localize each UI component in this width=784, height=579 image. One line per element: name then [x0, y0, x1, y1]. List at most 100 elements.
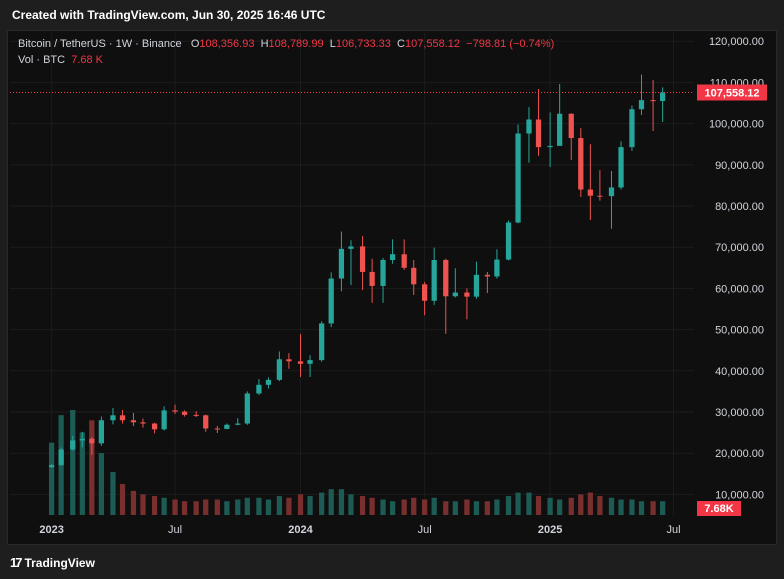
candle-body — [660, 92, 666, 101]
x-tick-label: Jul — [168, 524, 182, 536]
y-tick-label: 30,000.00 — [715, 407, 764, 419]
legend-line-2: Vol · BTC 7.68 K — [18, 52, 554, 68]
volume-bar — [473, 501, 480, 515]
volume-bar — [110, 471, 116, 515]
volume-bar — [638, 501, 645, 515]
volume-bar — [618, 499, 624, 515]
volume-bar — [578, 494, 584, 515]
volume-bar — [181, 501, 188, 515]
volume-tag: 7.68K — [697, 501, 741, 516]
volume-bar — [348, 494, 354, 515]
volume-bar — [224, 501, 230, 515]
y-tick-label: 100,000.00 — [709, 119, 764, 131]
candle-body — [411, 267, 417, 285]
volume-bar — [203, 499, 209, 515]
y-tick-label: 50,000.00 — [715, 325, 764, 337]
volume-label[interactable]: Vol · BTC — [18, 54, 65, 66]
volume-bar — [119, 484, 126, 515]
tradingview-logo[interactable]: 17 TradingView — [10, 555, 95, 570]
tradingview-logo-icon: 17 — [10, 555, 23, 570]
candle-body — [618, 147, 624, 188]
x-tick-label: Jul — [667, 524, 681, 536]
candle-body — [557, 113, 563, 146]
volume-bar — [319, 492, 325, 515]
volume-bar — [484, 501, 490, 515]
volume-bar — [526, 492, 532, 515]
candle-body — [214, 428, 220, 430]
candle-body — [422, 284, 428, 301]
candle-body — [431, 259, 437, 301]
candle-body — [130, 420, 137, 423]
candle-body — [286, 359, 292, 362]
symbol-label[interactable]: Bitcoin / TetherUS · 1W · Binance — [18, 38, 182, 50]
candle-body — [224, 424, 230, 429]
high-label: H — [260, 38, 269, 50]
y-axis: 10,000.00 20,000.00 30,000.00 40,000.00 50,0… — [709, 36, 764, 501]
candle-body — [307, 360, 313, 364]
candle-body — [151, 423, 158, 430]
candle-body — [650, 100, 656, 102]
volume-bar — [431, 497, 437, 515]
candle-body — [629, 109, 635, 148]
x-tick-label: 2023 — [39, 524, 63, 536]
candle-body — [161, 410, 167, 430]
candle-body — [79, 438, 85, 441]
volume-bar — [265, 499, 272, 515]
volume-bar — [505, 496, 512, 515]
volume-bar — [587, 492, 593, 515]
change-value: −798.81 (−0.74%) — [466, 38, 555, 50]
candle-body — [110, 415, 116, 421]
y-tick-label: 80,000.00 — [715, 201, 764, 213]
grid-lines — [10, 33, 694, 515]
candle-body — [401, 254, 407, 268]
x-tick-label: 2024 — [288, 524, 313, 536]
price-chart[interactable]: 10,000.00 20,000.00 30,000.00 40,000.00 50,0… — [0, 0, 784, 579]
candle-body — [256, 384, 262, 394]
volume-bar — [297, 494, 304, 515]
volume-bar — [98, 453, 105, 515]
candle-body — [172, 410, 178, 412]
candle-body — [328, 278, 334, 324]
candle-body — [235, 423, 241, 425]
volume-bar — [307, 496, 313, 515]
candle-body — [369, 271, 375, 286]
volume-bar — [547, 497, 553, 515]
candle-body — [473, 274, 480, 297]
candles — [48, 74, 666, 468]
candle-body — [244, 393, 250, 424]
candle-body — [58, 449, 64, 466]
candle-body — [452, 292, 458, 297]
volume-bar — [235, 499, 241, 515]
legend-line-1: Bitcoin / TetherUS · 1W · Binance O108,3… — [18, 36, 554, 52]
volume-bar — [660, 501, 666, 515]
volume-bar — [494, 499, 500, 515]
candle-body — [48, 465, 55, 468]
volume-bar — [276, 496, 282, 515]
candle-body — [578, 138, 584, 190]
volume-bar — [464, 499, 470, 515]
volume-bar — [286, 497, 292, 515]
volume-bar — [389, 501, 396, 515]
volume-bar — [256, 497, 262, 515]
candle-body — [98, 420, 105, 444]
legend: Bitcoin / TetherUS · 1W · Binance O108,3… — [18, 36, 554, 68]
volume-bar — [629, 499, 635, 515]
open-value: 108,356.93 — [199, 38, 255, 50]
volume-bar — [568, 497, 574, 515]
candle-body — [348, 246, 354, 249]
volume-bar — [515, 492, 521, 515]
volume-bar — [380, 499, 386, 515]
volume-bar — [328, 489, 334, 515]
volume-value: 7.68 K — [71, 54, 104, 66]
low-value: 106,733.33 — [335, 38, 391, 50]
volume-bar — [172, 499, 178, 515]
volume-bar — [214, 499, 220, 515]
volume-bar — [597, 496, 603, 515]
volume-bar — [422, 499, 428, 515]
y-tick-label: 40,000.00 — [715, 366, 764, 378]
candle-body — [389, 254, 396, 260]
candle-body — [140, 422, 146, 424]
candle-body — [515, 133, 521, 223]
y-tick-label: 90,000.00 — [715, 160, 764, 172]
candle-body — [547, 145, 553, 148]
